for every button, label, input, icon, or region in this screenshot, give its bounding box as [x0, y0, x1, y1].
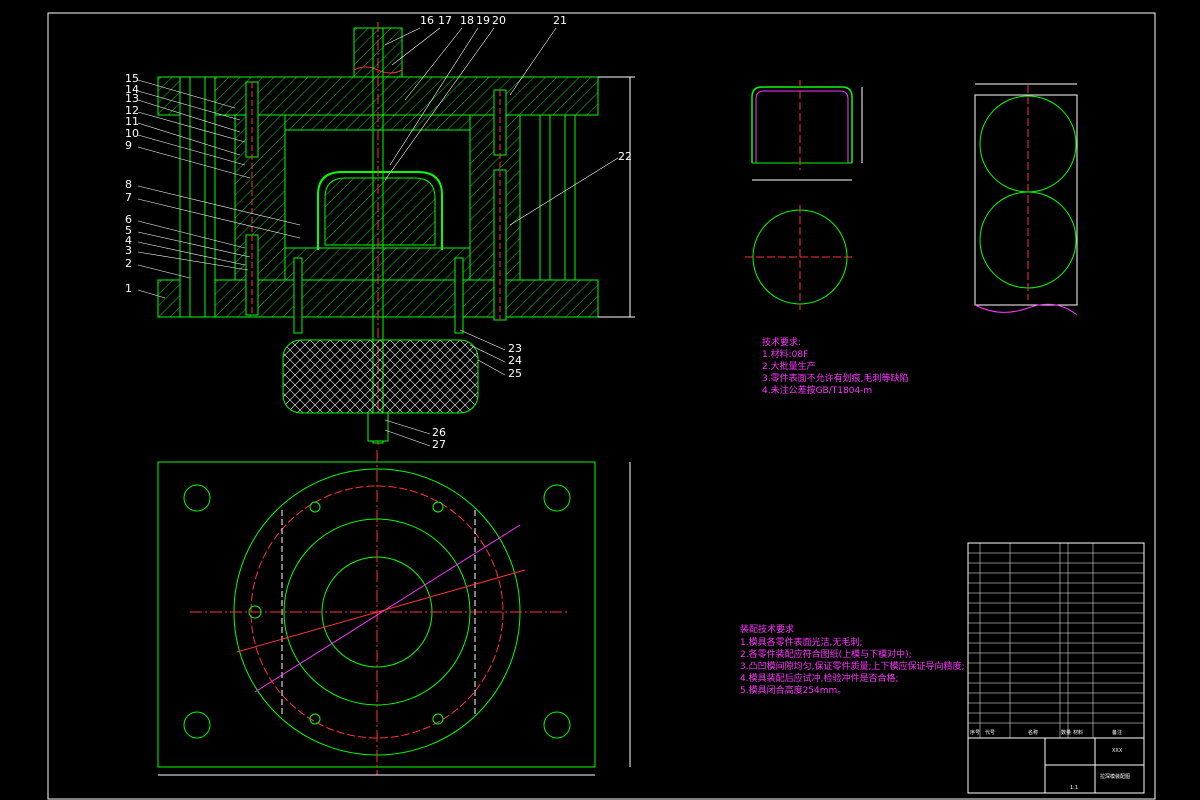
section-view	[157, 22, 635, 445]
punch	[324, 177, 436, 246]
product-note-3: 3.零件表面不允许有划痕,毛刺等缺陷	[762, 372, 908, 384]
die-note-5: 5.模具闭合高度254mm。	[740, 684, 846, 696]
bom-header-code: 代号	[985, 729, 995, 736]
die-note-3: 3.凸凹模间隙均匀,保证零件质量;上下模应保证导向精度;	[740, 660, 965, 672]
label-18: 18	[460, 14, 474, 27]
label-22: 22	[618, 150, 632, 163]
product-notes: 技术要求: 1.材料:08F 2.大批量生产 3.零件表面不允许有划痕,毛刺等缺…	[762, 336, 908, 396]
label-21: 21	[553, 14, 567, 27]
title-block-title: XXX	[1112, 748, 1123, 754]
label-9: 9	[125, 139, 132, 152]
label-19: 19	[476, 14, 490, 27]
title-block: 序号 代号 名称 数量 材料 备注 XXX 拉深模装配图 1:1	[967, 542, 1145, 794]
bom-header-name: 名称	[1028, 729, 1038, 736]
label-20: 20	[492, 14, 506, 27]
guide-post-right	[539, 114, 576, 281]
label-17: 17	[438, 14, 452, 27]
label-24: 24	[508, 354, 522, 367]
die-note-1: 1.模具各零件表面光洁,无毛刺;	[740, 636, 862, 648]
title-block-scale: 1:1	[1070, 785, 1078, 791]
bom-header-index: 序号	[970, 729, 980, 736]
die-note-4: 4.模具装配后应试冲,检验冲件是否合格;	[740, 672, 898, 684]
label-1: 1	[125, 282, 132, 295]
label-7: 7	[125, 191, 132, 204]
bom-header-remark: 备注	[1112, 729, 1122, 736]
product-note-1: 1.材料:08F	[762, 348, 808, 360]
label-3: 3	[125, 244, 132, 257]
bom-header-material: 材料	[1073, 729, 1083, 736]
cad-drawing-canvas[interactable]: 15 14 13 12 11 10 9 8 7 6 5 4 3 2 1 16 1…	[0, 0, 1200, 800]
bom-header-qty: 数量	[1061, 729, 1071, 736]
die-notes-title: 装配技术要求	[740, 623, 794, 635]
product-notes-title: 技术要求:	[762, 336, 801, 348]
die-notes: 装配技术要求 1.模具各零件表面光洁,无毛刺; 2.各零件装配应符合图纸(上模与…	[740, 623, 965, 696]
plan-view	[157, 450, 631, 776]
product-note-2: 2.大批量生产	[762, 360, 816, 372]
label-25: 25	[508, 367, 522, 380]
strip-layout	[974, 83, 1078, 316]
guide-post-left	[179, 76, 216, 318]
label-2: 2	[125, 257, 132, 270]
label-27: 27	[432, 438, 446, 451]
product-note-4: 4.未注公差按GB/T1804-m	[762, 384, 872, 396]
label-8: 8	[125, 178, 132, 191]
rubber-buffer	[282, 339, 479, 414]
title-block-drawing-name: 拉深模装配图	[1100, 773, 1130, 780]
label-16: 16	[420, 14, 434, 27]
die-note-2: 2.各零件装配应符合图纸(上模与下模对中);	[740, 648, 912, 660]
product-view	[745, 80, 863, 310]
